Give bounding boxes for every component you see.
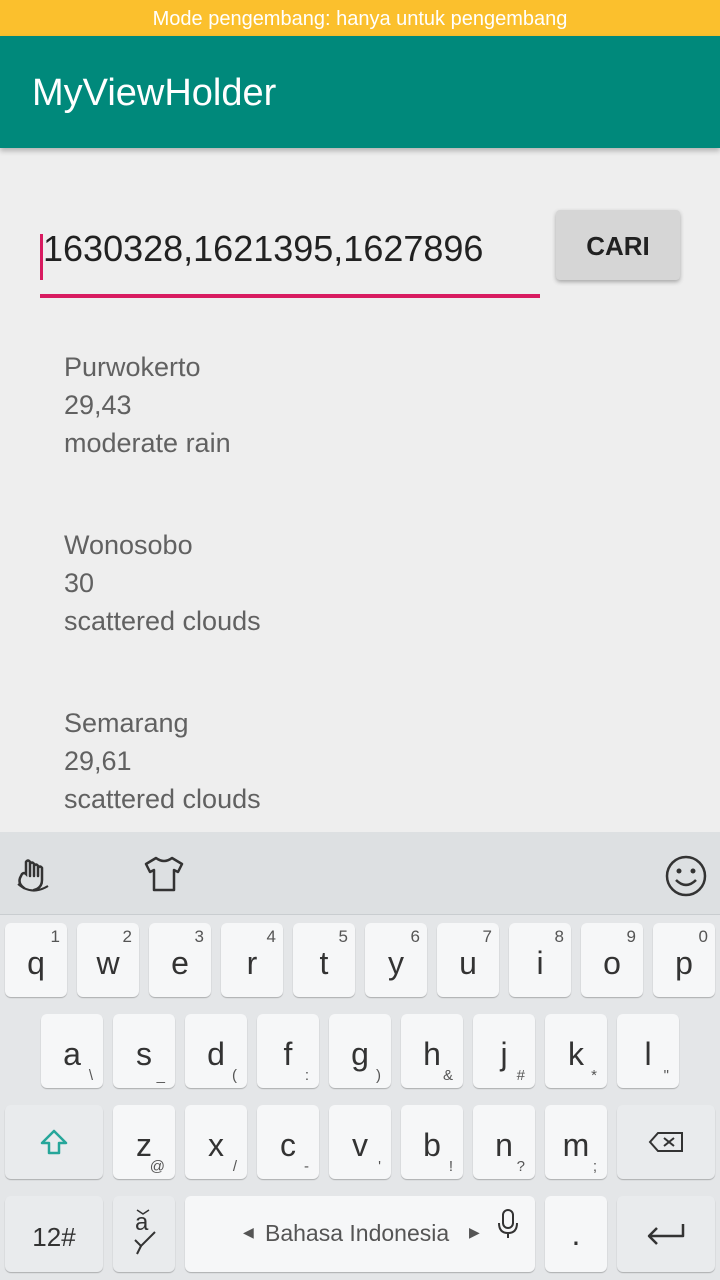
city-id-input[interactable]: 1630328,1621395,1627896	[40, 210, 540, 298]
space-bar-language-label: Bahasa Indonesia	[265, 1220, 450, 1246]
symbols-key[interactable]: 12#	[5, 1196, 103, 1272]
app-title: MyViewHolder	[32, 72, 277, 114]
key-z[interactable]: z @	[113, 1105, 175, 1179]
weather-description: scattered clouds	[64, 784, 261, 814]
weather-description: moderate rain	[64, 428, 231, 458]
theme-shirt-icon[interactable]	[142, 854, 186, 899]
language-left-arrow-icon: ◀	[243, 1224, 254, 1240]
key-h[interactable]: h &	[401, 1014, 463, 1088]
key-r[interactable]: r4	[221, 923, 283, 997]
key-e[interactable]: e3	[149, 923, 211, 997]
space-bar[interactable]: ◀ Bahasa Indonesia ▶	[185, 1196, 535, 1272]
enter-arrow-icon	[647, 1224, 685, 1245]
gesture-hand-icon[interactable]	[14, 854, 54, 899]
key-i[interactable]: i8	[509, 923, 571, 997]
key-b[interactable]: b!	[401, 1105, 463, 1179]
key-p[interactable]: p0	[653, 923, 715, 997]
weather-description: scattered clouds	[64, 606, 261, 636]
weather-list[interactable]: Purwokerto 29,43 moderate rain Wonosobo …	[64, 348, 684, 832]
temperature: 29,61	[64, 746, 132, 776]
keyboard-toolbar	[0, 832, 720, 915]
app-bar: MyViewHolder	[0, 36, 720, 148]
key-c[interactable]: c-	[257, 1105, 319, 1179]
shift-key[interactable]	[5, 1105, 103, 1179]
key-t[interactable]: t5	[293, 923, 355, 997]
city-id-input-value: 1630328,1621395,1627896	[43, 228, 484, 269]
soft-keyboard: q1 w2 e3 r4 t5 y6 u7 i8 o9 p0 a \ s _ d( f…	[0, 832, 720, 1280]
period-key[interactable]: .	[545, 1196, 607, 1272]
enter-key[interactable]	[617, 1196, 715, 1272]
key-s[interactable]: s _	[113, 1014, 175, 1088]
key-w[interactable]: w2	[77, 923, 139, 997]
key-u[interactable]: u7	[437, 923, 499, 997]
key-k[interactable]: k *	[545, 1014, 607, 1088]
language-switch-key[interactable]: a	[113, 1196, 175, 1272]
microphone-icon	[498, 1209, 518, 1238]
city-name: Semarang	[64, 708, 189, 738]
backspace-key[interactable]	[617, 1105, 715, 1179]
main-content: 1630328,1621395,1627896 CARI Purwokerto …	[0, 148, 720, 832]
backspace-icon	[648, 1132, 683, 1152]
list-item[interactable]: Wonosobo 30 scattered clouds	[64, 526, 684, 704]
key-f[interactable]: f:	[257, 1014, 319, 1088]
key-m[interactable]: m;	[545, 1105, 607, 1179]
language-switch-icon: a	[134, 1209, 156, 1255]
key-o[interactable]: o9	[581, 923, 643, 997]
city-name: Wonosobo	[64, 530, 193, 560]
developer-mode-banner: Mode pengembang: hanya untuk pengembang	[0, 0, 720, 36]
key-x[interactable]: x /	[185, 1105, 247, 1179]
key-d[interactable]: d(	[185, 1014, 247, 1088]
temperature: 30	[64, 568, 95, 598]
temperature: 29,43	[64, 390, 132, 420]
key-a[interactable]: a \	[41, 1014, 103, 1088]
city-name: Purwokerto	[64, 352, 201, 382]
language-right-arrow-icon: ▶	[469, 1224, 480, 1240]
key-y[interactable]: y6	[365, 923, 427, 997]
key-g[interactable]: g)	[329, 1014, 391, 1088]
list-item[interactable]: Purwokerto 29,43 moderate rain	[64, 348, 684, 526]
key-q[interactable]: q1	[5, 923, 67, 997]
emoji-icon[interactable]	[664, 854, 708, 903]
list-item[interactable]: Semarang 29,61 scattered clouds	[64, 704, 684, 832]
search-button[interactable]: CARI	[556, 210, 680, 280]
key-v[interactable]: v '	[329, 1105, 391, 1179]
shift-arrow-icon	[40, 1129, 68, 1155]
key-j[interactable]: j #	[473, 1014, 535, 1088]
key-l[interactable]: l "	[617, 1014, 679, 1088]
key-n[interactable]: n?	[473, 1105, 535, 1179]
